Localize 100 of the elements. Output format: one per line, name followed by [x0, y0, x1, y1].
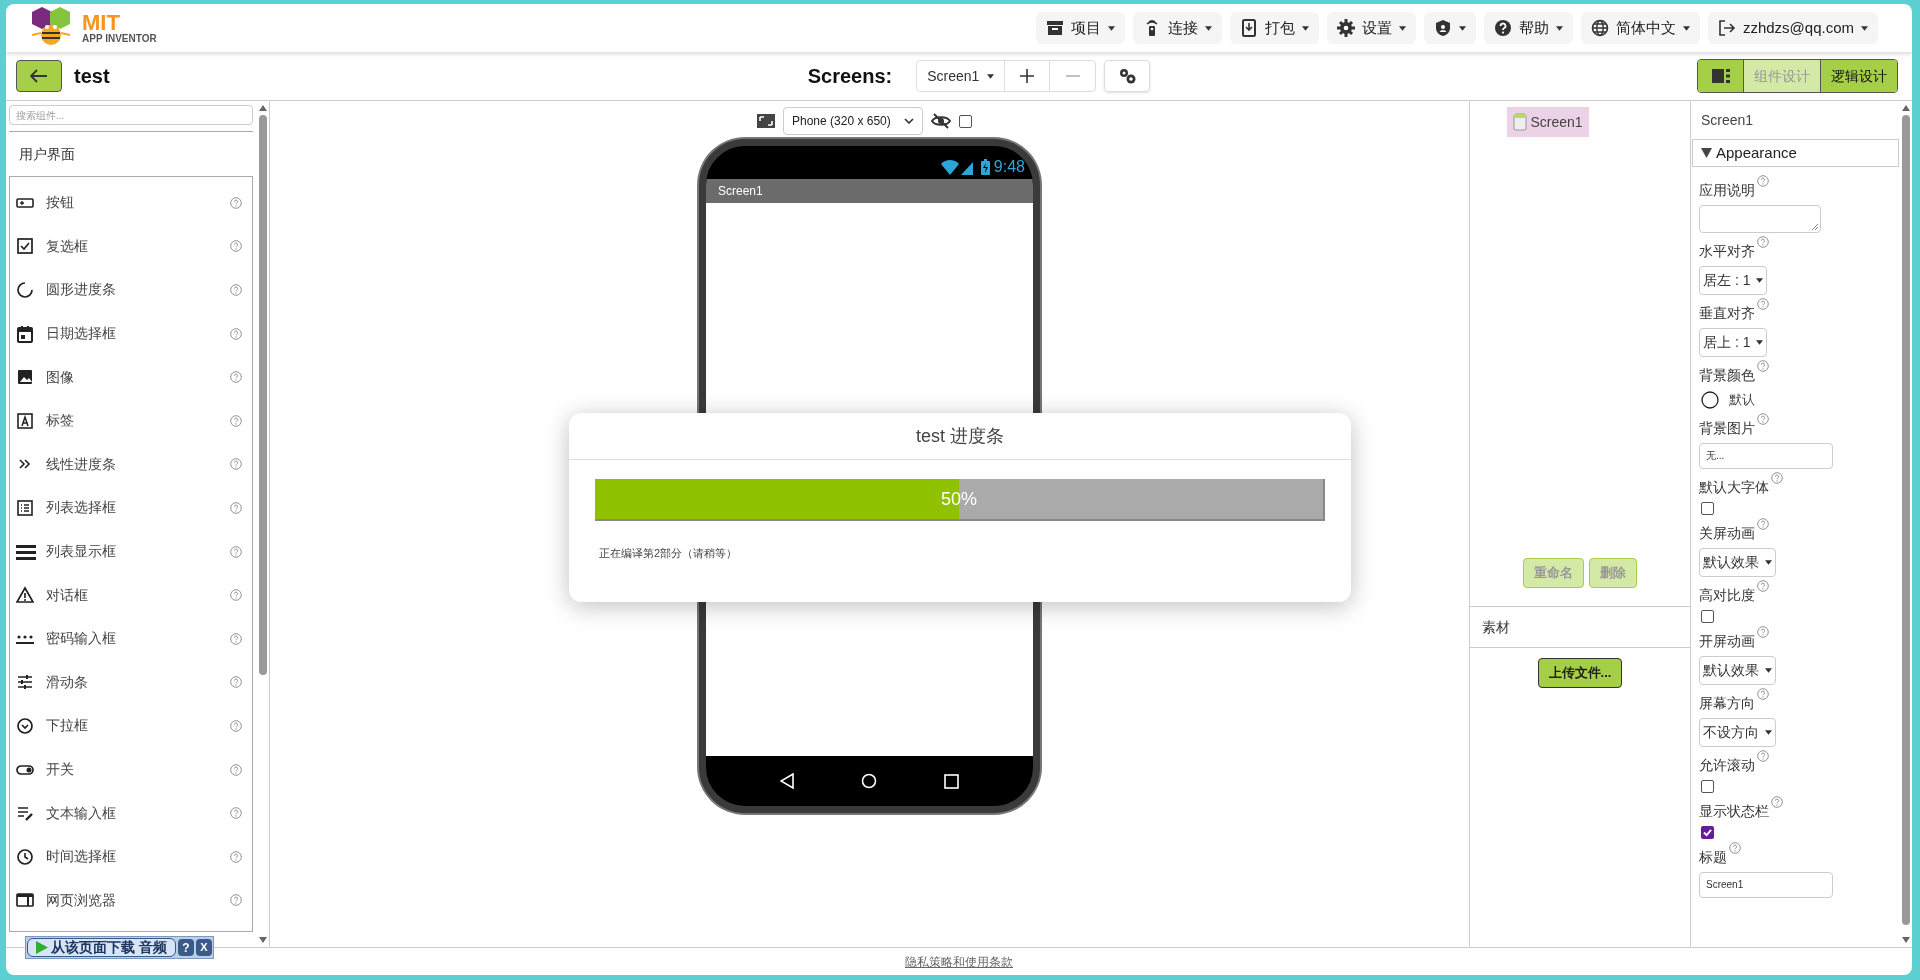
dropdown[interactable]: 居左 : 1: [1699, 266, 1768, 295]
palette-item[interactable]: 网页浏览器: [46, 889, 230, 911]
property-label: 高对比度: [1699, 585, 1755, 605]
help-icon: [1757, 749, 1769, 762]
palette-item[interactable]: 滑动条: [46, 671, 230, 693]
settings-icon: [1336, 19, 1355, 37]
palette-item[interactable]: 日期选择框: [46, 323, 230, 345]
close-button[interactable]: X: [195, 939, 212, 956]
progress-message: 正在编译第2部分（请稍等）: [599, 546, 738, 561]
checkbox[interactable]: [1701, 825, 1714, 839]
property-label: 背景颜色: [1699, 366, 1755, 385]
help-icon: [1771, 471, 1783, 484]
palette-item[interactable]: 圆形进度条: [46, 279, 230, 301]
mode-tab[interactable]: 逻辑设计: [1820, 60, 1897, 92]
warning-icon: [16, 586, 34, 605]
triangle-icon: [1701, 148, 1712, 158]
help-icon: [1757, 517, 1769, 530]
caret-icon: [1861, 25, 1868, 31]
download-audio-button[interactable]: 从该页面下载 音频: [27, 938, 176, 957]
menu-button[interactable]: 打包: [1229, 12, 1319, 44]
help-icon: [1757, 298, 1769, 310]
sign-out-icon: [1717, 19, 1736, 37]
help-icon: [1771, 795, 1783, 808]
menu-button[interactable]: 设置: [1326, 12, 1416, 44]
palette-item[interactable]: 文本输入框: [46, 802, 230, 824]
status-time: 9:48: [993, 159, 1025, 175]
letter-box-icon: [16, 411, 34, 430]
shield-menu-button[interactable]: [1423, 12, 1476, 44]
play-icon: [36, 941, 48, 954]
checkbox[interactable]: [1701, 779, 1714, 793]
menu-button[interactable]: 帮助: [1483, 12, 1573, 44]
help-icon: [230, 807, 242, 820]
menu-button[interactable]: zzhdzs@qq.com: [1707, 12, 1878, 44]
dropdown[interactable]: 默认效果: [1699, 547, 1776, 577]
caret-icon: [1765, 559, 1772, 565]
palette-item[interactable]: 线性进度条: [46, 453, 230, 475]
privacy-link[interactable]: 隐私策略和使用条款: [905, 952, 1013, 971]
palette-item[interactable]: 对话框: [46, 584, 230, 606]
back-button[interactable]: [16, 60, 62, 92]
help-icon: [230, 850, 242, 863]
text-field[interactable]: 无...: [1699, 442, 1833, 469]
app-title: Screen1: [718, 183, 763, 200]
palette-item[interactable]: 复选框: [46, 235, 230, 257]
help-icon: [230, 719, 242, 732]
panel-layout-icon: [1711, 69, 1730, 83]
help-icon: [230, 763, 242, 776]
menu-button[interactable]: 项目: [1035, 12, 1125, 44]
palette-item[interactable]: 开关: [46, 759, 230, 780]
caret-icon: [1204, 25, 1212, 31]
checkbox[interactable]: [1701, 609, 1714, 623]
palette-item[interactable]: 标签: [46, 410, 230, 432]
upload-button[interactable]: 上传文件...: [1537, 658, 1623, 688]
palette-item[interactable]: 密码输入框: [46, 628, 230, 650]
palette-item[interactable]: 列表选择框: [46, 497, 230, 519]
color-swatch-icon: [1701, 390, 1719, 409]
tree-item[interactable]: Screen1: [1507, 107, 1589, 137]
menu-button[interactable]: 简体中文: [1580, 12, 1700, 44]
checkbox[interactable]: [959, 114, 972, 128]
help-icon: [230, 632, 242, 645]
settings-button[interactable]: [1104, 60, 1151, 92]
property-label: 屏幕方向: [1699, 693, 1755, 713]
dialog-title: test 进度条: [916, 424, 1004, 448]
dropdown[interactable]: 默认效果: [1699, 655, 1776, 685]
color-value[interactable]: 默认: [1729, 390, 1755, 410]
help-icon: [1757, 579, 1769, 592]
menu-button[interactable]: 连接: [1132, 12, 1222, 44]
palette-item[interactable]: 时间选择框: [46, 846, 230, 868]
text-field[interactable]: Screen1: [1699, 871, 1833, 898]
help-icon: [1757, 412, 1769, 425]
browser-window-icon: [16, 891, 34, 910]
layout-toggle-button[interactable]: [1698, 60, 1744, 92]
help-icon: [230, 327, 242, 340]
resize-grip-icon: [1812, 224, 1818, 230]
search-field[interactable]: 搜索组件...: [9, 105, 253, 125]
category-header[interactable]: 用户界面: [19, 146, 75, 162]
help-button[interactable]: ?: [177, 939, 194, 956]
help-icon: [230, 196, 242, 209]
section-header[interactable]: Appearance: [1692, 139, 1899, 167]
device-select[interactable]: Phone (320 x 650): [783, 107, 923, 135]
dropdown[interactable]: 居上 : 1: [1699, 328, 1768, 357]
dropdown[interactable]: 不设方向: [1699, 717, 1776, 747]
property-label: 背景图片: [1699, 418, 1755, 438]
checkbox[interactable]: [1701, 501, 1714, 515]
help-icon: [230, 240, 242, 253]
palette-item[interactable]: 下拉框: [46, 715, 230, 737]
edit-lines-icon: [16, 804, 34, 823]
palette-item[interactable]: 列表显示框: [46, 541, 230, 563]
help-icon: [1729, 841, 1741, 854]
caret-icon: [1458, 25, 1466, 31]
palette-item[interactable]: 图像: [46, 366, 230, 388]
screen-icon: [1513, 113, 1528, 131]
help-icon: [1757, 236, 1769, 248]
palette-item[interactable]: 按钮: [46, 192, 230, 214]
resize-icon: [757, 114, 775, 128]
help-icon: [230, 501, 242, 514]
caret-icon: [1107, 25, 1115, 31]
clock-icon: [16, 847, 34, 866]
property-label: 默认大字体: [1699, 477, 1769, 497]
help-icon: [230, 458, 242, 471]
arrow-left-icon: [30, 69, 48, 83]
